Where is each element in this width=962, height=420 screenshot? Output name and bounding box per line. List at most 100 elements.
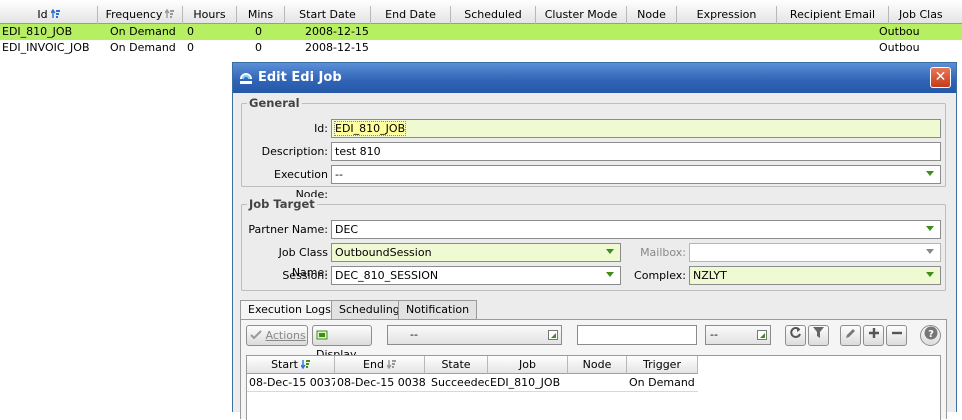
cell-id: EDI_810_JOB [2,25,73,38]
col-header-recipient-email[interactable]: Recipient Email [777,6,889,24]
log-cell-node [568,375,627,391]
job-target-legend: Job Target [247,197,317,211]
complex-label: Complex: [634,269,686,282]
cell-id: EDI_INVOIC_JOB [2,41,90,54]
cell-hours: 0 [187,25,194,38]
log-col-node[interactable]: Node [568,356,627,374]
col-header-expression[interactable]: Expression [677,6,777,24]
dropdown-arrow-icon [926,249,934,254]
execution-node-value: -- [335,168,343,181]
execution-node-select[interactable]: -- [331,165,941,184]
dropdown-arrow-icon [548,330,558,340]
sort-icon [386,360,396,369]
partner-name-label: Partner Name: [248,223,328,236]
cell-frequency: On Demand [110,25,176,38]
display-icon [316,330,328,340]
filter-icon [813,327,824,338]
plus-icon [868,328,879,338]
col-header-id[interactable]: Id [0,6,98,24]
svg-text:?: ? [928,329,934,340]
execution-logs-table: Start End State Job Node Trigger 08-Dec-… [246,355,941,420]
log-filter-combo[interactable]: -- [387,325,562,345]
cell-job-class: Outbou [879,25,920,38]
log-cell-job: EDI_810_JOB [490,376,561,389]
log-cell-start: 08-Dec-15 0037 [249,376,335,389]
log-col-trigger[interactable]: Trigger [627,356,698,374]
check-icon [250,330,262,340]
pencil-icon [845,329,855,338]
tab-execution-logs[interactable]: Execution Logs [240,300,339,320]
help-button[interactable]: ? [920,325,941,346]
dialog-title-bar[interactable]: Edit Edi Job ✕ [233,63,956,93]
col-header-start-date[interactable]: Start Date [285,6,371,24]
id-field[interactable]: EDI_810_JOB [331,119,941,138]
tab-scheduling[interactable]: Scheduling [331,300,408,319]
add-button[interactable] [863,325,884,346]
filter-button[interactable] [808,325,829,346]
edit-job-icon [240,73,252,84]
table-row[interactable]: EDI_INVOIC_JOB On Demand 0 0 2008-12-15 … [0,40,962,56]
refresh-button[interactable] [785,325,806,346]
partner-name-value: DEC [335,223,359,236]
minus-icon [891,331,902,335]
log-col-state[interactable]: State [425,356,488,374]
actions-label: Actions [265,329,306,342]
log-cell-trigger: On Demand [629,376,695,389]
col-header-cluster-mode[interactable]: Cluster Mode [536,6,627,24]
cell-hours: 0 [187,41,194,54]
cell-frequency: On Demand [110,41,176,54]
dropdown-arrow-icon [926,226,934,231]
sort-desc-icon [300,360,310,369]
log-cell-state: Succeeded [431,376,489,389]
refresh-icon [790,327,801,338]
col-header-frequency[interactable]: Frequency [98,6,183,24]
job-grid: Id Frequency Hours Mins Start Date End D… [0,0,962,56]
log-search-combo-value: -- [710,328,718,341]
table-row[interactable]: EDI_810_JOB On Demand 0 0 2008-12-15 Out… [0,24,962,40]
log-search-combo[interactable]: -- [705,325,771,345]
sort-asc-icon [50,9,60,18]
col-header-job-class[interactable]: Job Clas [889,6,962,24]
edit-edi-job-dialog: Edit Edi Job ✕ General Id: EDI_810_JOB D… [232,62,957,420]
general-group: General Id: EDI_810_JOB Description: tes… [241,96,946,201]
description-field[interactable]: test 810 [331,142,941,161]
col-header-node[interactable]: Node [627,6,677,24]
display-button[interactable]: Display [312,325,372,361]
partner-name-select[interactable]: DEC [331,220,941,239]
log-col-job[interactable]: Job [488,356,568,374]
tab-notification[interactable]: Notification [398,300,478,319]
col-header-mins[interactable]: Mins [237,6,285,24]
dropdown-arrow-icon [606,249,614,254]
session-label: Session: [282,269,328,282]
edit-button[interactable] [840,325,861,346]
complex-value: NZLYT [693,269,727,282]
log-search-input[interactable] [577,325,697,345]
id-value: EDI_810_JOB [333,121,407,136]
close-button[interactable]: ✕ [930,67,951,88]
job-class-name-select[interactable]: OutboundSession [331,243,621,262]
cell-job-class: Outbou [879,41,920,54]
execution-logs-panel: Actions Display -- -- ? Start End [240,319,947,420]
complex-select[interactable]: NZLYT [689,266,941,285]
session-select[interactable]: DEC_810_SESSION [331,266,621,285]
log-col-end[interactable]: End [335,356,425,374]
col-header-scheduled[interactable]: Scheduled [451,6,536,24]
dialog-title: Edit Edi Job [258,70,342,85]
remove-button[interactable] [886,325,907,346]
mailbox-label: Mailbox: [640,246,686,259]
log-col-start[interactable]: Start [247,356,335,374]
dropdown-arrow-icon [757,330,767,340]
mailbox-select[interactable] [689,243,941,262]
col-header-hours[interactable]: Hours [183,6,237,24]
description-label: Description: [261,145,328,158]
grid-header: Id Frequency Hours Mins Start Date End D… [0,0,962,24]
col-header-end-date[interactable]: End Date [371,6,451,24]
job-class-name-value: OutboundSession [335,246,432,259]
id-label: Id: [314,122,328,135]
cell-mins: 0 [255,41,262,54]
general-legend: General [247,96,302,110]
cell-mins: 0 [255,25,262,38]
actions-button[interactable]: Actions [246,325,308,346]
help-icon: ? [924,326,937,340]
sort-icon [165,9,175,18]
